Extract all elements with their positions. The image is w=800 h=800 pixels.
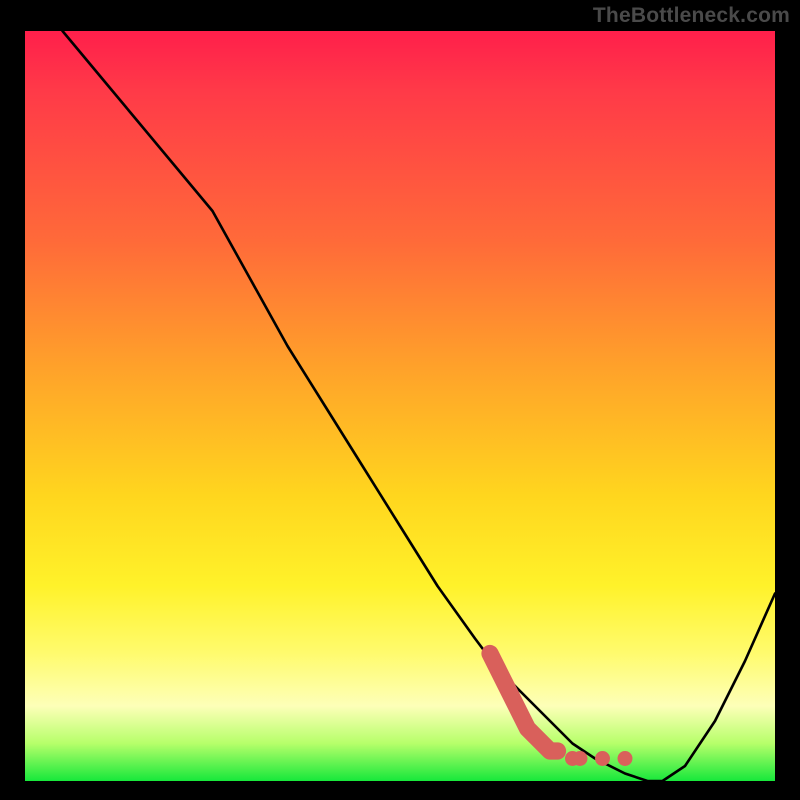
highlight-stroke bbox=[490, 654, 558, 752]
highlight-dot bbox=[595, 751, 610, 766]
plot-area bbox=[22, 28, 778, 784]
curve-layer bbox=[25, 31, 775, 781]
highlight-markers bbox=[490, 654, 633, 767]
chart-stage: TheBottleneck.com bbox=[0, 0, 800, 800]
highlight-dot bbox=[618, 751, 633, 766]
highlight-dot bbox=[573, 751, 588, 766]
bottleneck-curve bbox=[63, 31, 776, 781]
watermark-text: TheBottleneck.com bbox=[593, 4, 790, 28]
